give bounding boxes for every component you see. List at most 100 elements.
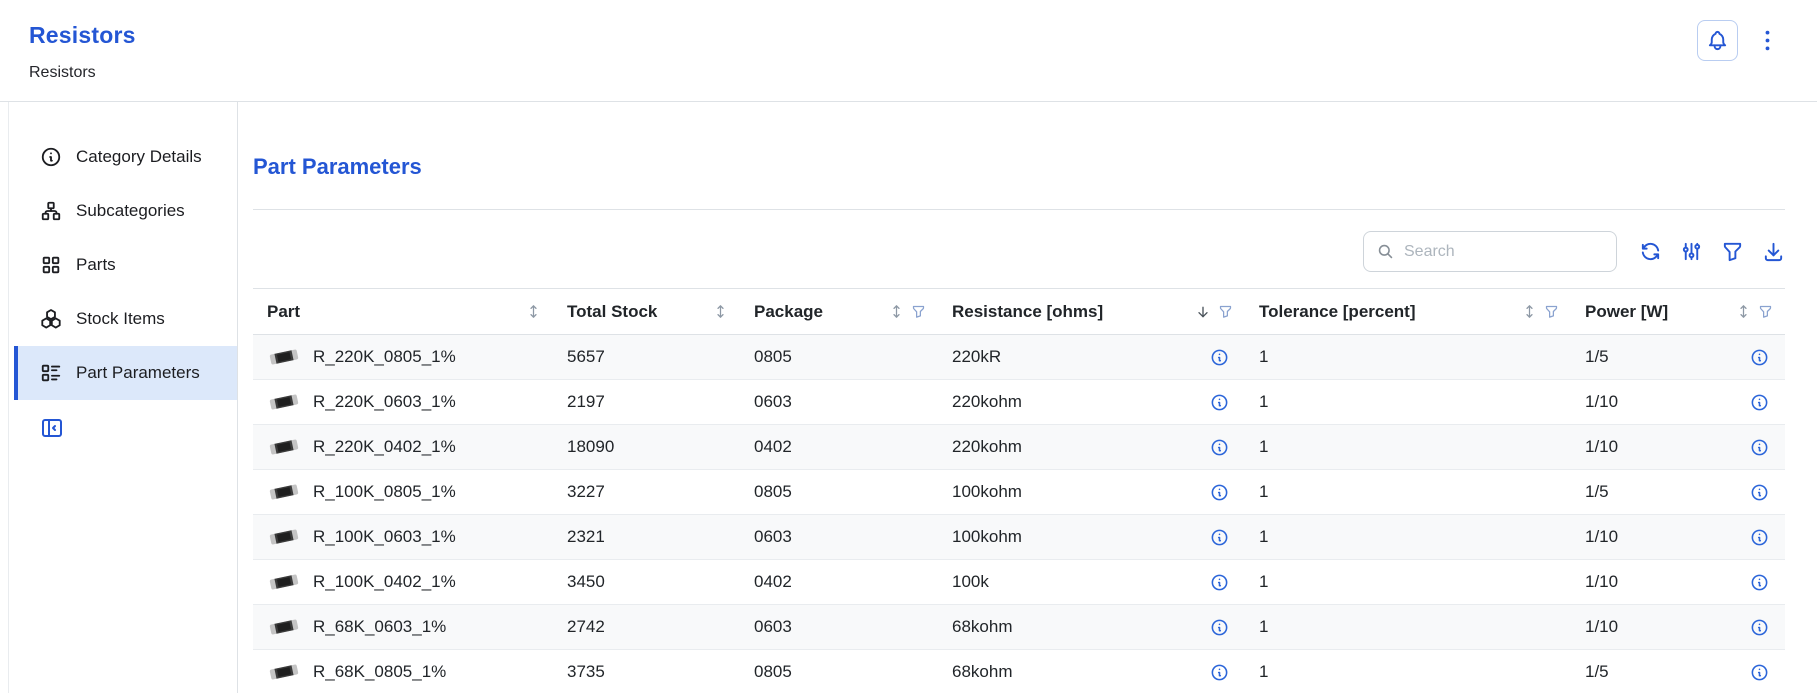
power-cell: 1/5	[1571, 470, 1785, 515]
total-stock-cell: 18090	[553, 425, 740, 470]
column-header-package[interactable]: Package	[740, 289, 938, 335]
sidebar-item-part-parameters[interactable]: Part Parameters	[14, 346, 237, 400]
resistance-cell: 220kohm	[938, 425, 1245, 470]
breadcrumb[interactable]: Resistors	[29, 64, 96, 82]
table-row[interactable]: R_100K_0603_1%23210603100kohm11/10	[253, 515, 1785, 560]
info-icon[interactable]	[1210, 528, 1229, 547]
header-actions	[1697, 20, 1781, 61]
info-icon[interactable]	[1210, 573, 1229, 592]
column-filter-icon[interactable]	[1218, 304, 1233, 319]
package-cell: 0402	[740, 425, 938, 470]
search-input[interactable]	[1404, 243, 1604, 261]
table-row[interactable]: R_220K_0603_1%21970603220kohm11/10	[253, 380, 1785, 425]
power-cell: 1/10	[1571, 380, 1785, 425]
total-stock-cell: 2197	[553, 380, 740, 425]
sidebar-item-stock-items[interactable]: Stock Items	[14, 292, 237, 346]
resistance-cell: 220kohm	[938, 380, 1245, 425]
notifications-button[interactable]	[1697, 20, 1738, 61]
package-cell: 0805	[740, 335, 938, 380]
package-cell: 0603	[740, 380, 938, 425]
info-icon[interactable]	[1750, 483, 1769, 502]
part-name: R_100K_0805_1%	[313, 482, 456, 502]
filter-button[interactable]	[1721, 240, 1744, 263]
column-header-power-w[interactable]: Power [W]	[1571, 289, 1785, 335]
sort-icon[interactable]	[1736, 304, 1751, 319]
info-icon[interactable]	[1750, 573, 1769, 592]
part-name: R_68K_0805_1%	[313, 662, 446, 682]
download-button[interactable]	[1762, 240, 1785, 263]
page-title: Resistors	[29, 22, 1817, 49]
info-icon[interactable]	[1750, 393, 1769, 412]
info-icon[interactable]	[1750, 528, 1769, 547]
column-filter-icon[interactable]	[911, 304, 926, 319]
column-label: Tolerance [percent]	[1259, 302, 1416, 322]
tolerance-cell: 1	[1245, 560, 1571, 605]
list-details-icon	[40, 362, 62, 384]
page-header: Resistors Resistors	[0, 0, 1817, 102]
sort-icon[interactable]	[889, 304, 904, 319]
sidebar-item-parts[interactable]: Parts	[14, 238, 237, 292]
dots-vertical-icon	[1754, 27, 1781, 54]
info-icon[interactable]	[1750, 438, 1769, 457]
sort-icon[interactable]	[1522, 304, 1537, 319]
sidebar-item-subcategories[interactable]: Subcategories	[14, 184, 237, 238]
tolerance-cell: 1	[1245, 425, 1571, 470]
total-stock-cell: 3227	[553, 470, 740, 515]
power-cell: 1/10	[1571, 425, 1785, 470]
column-filter-icon[interactable]	[1758, 304, 1773, 319]
table-settings-button[interactable]	[1680, 240, 1703, 263]
sidebar-item-label: Category Details	[76, 147, 202, 167]
column-filter-icon[interactable]	[1544, 304, 1559, 319]
bell-icon	[1706, 29, 1729, 52]
table-row[interactable]: R_100K_0805_1%32270805100kohm11/5	[253, 470, 1785, 515]
sidebar-collapse-button[interactable]	[40, 416, 64, 440]
sort-descending-icon[interactable]	[1195, 304, 1211, 320]
table-row[interactable]: R_68K_0603_1%2742060368kohm11/10	[253, 605, 1785, 650]
download-icon	[1762, 240, 1785, 263]
column-header-tolerance-percent[interactable]: Tolerance [percent]	[1245, 289, 1571, 335]
table-row[interactable]: R_100K_0402_1%34500402100k11/10	[253, 560, 1785, 605]
filter-funnel-icon	[1721, 240, 1744, 263]
packages-icon	[40, 308, 62, 330]
content-area: Category Details SubcategoriesParts Stock …	[0, 102, 1817, 693]
info-icon[interactable]	[1750, 348, 1769, 367]
table-row[interactable]: R_220K_0805_1%56570805220kR11/5	[253, 335, 1785, 380]
tolerance-cell: 1	[1245, 380, 1571, 425]
sidebar-item-category-details[interactable]: Category Details	[14, 130, 237, 184]
column-header-total-stock[interactable]: Total Stock	[553, 289, 740, 335]
column-label: Part	[267, 302, 300, 322]
main-panel: Part Parameters PartTotal StockPackageR	[238, 102, 1817, 693]
power-cell: 1/10	[1571, 605, 1785, 650]
grid-icon	[40, 254, 62, 276]
refresh-button[interactable]	[1639, 240, 1662, 263]
part-thumbnail	[267, 661, 301, 683]
part-name: R_220K_0805_1%	[313, 347, 456, 367]
column-header-resistance-ohms[interactable]: Resistance [ohms]	[938, 289, 1245, 335]
column-header-part[interactable]: Part	[253, 289, 553, 335]
tolerance-cell: 1	[1245, 650, 1571, 693]
tolerance-cell: 1	[1245, 470, 1571, 515]
info-icon[interactable]	[1750, 663, 1769, 682]
power-cell: 1/5	[1571, 650, 1785, 693]
overflow-menu-button[interactable]	[1754, 27, 1781, 54]
info-icon[interactable]	[1210, 348, 1229, 367]
sidebar-item-label: Stock Items	[76, 309, 165, 329]
info-icon[interactable]	[1210, 663, 1229, 682]
sort-icon[interactable]	[526, 304, 541, 319]
table-row[interactable]: R_220K_0402_1%180900402220kohm11/10	[253, 425, 1785, 470]
part-thumbnail	[267, 481, 301, 503]
info-icon[interactable]	[1210, 483, 1229, 502]
info-icon[interactable]	[1210, 393, 1229, 412]
sort-icon[interactable]	[713, 304, 728, 319]
info-icon[interactable]	[1210, 618, 1229, 637]
sidebar-item-label: Part Parameters	[76, 363, 200, 383]
column-label: Power [W]	[1585, 302, 1668, 322]
info-icon[interactable]	[1750, 618, 1769, 637]
total-stock-cell: 3735	[553, 650, 740, 693]
tolerance-cell: 1	[1245, 335, 1571, 380]
adjustments-icon	[1680, 240, 1703, 263]
info-icon[interactable]	[1210, 438, 1229, 457]
table-row[interactable]: R_68K_0805_1%3735080568kohm11/5	[253, 650, 1785, 693]
power-cell: 1/5	[1571, 335, 1785, 380]
resistance-cell: 100kohm	[938, 470, 1245, 515]
